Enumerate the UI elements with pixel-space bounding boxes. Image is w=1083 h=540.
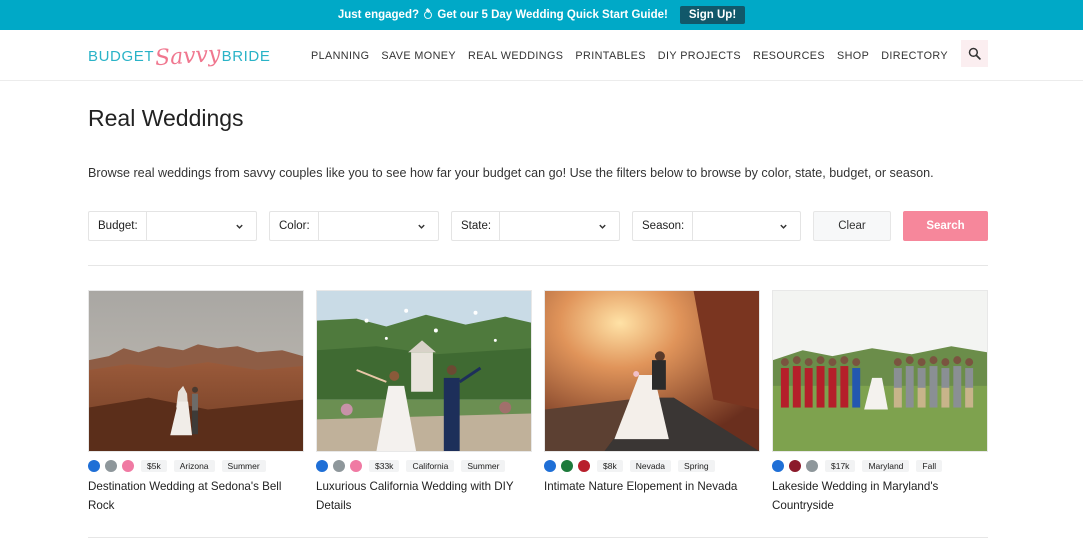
logo-savvy: Savvy	[154, 41, 222, 71]
wedding-card[interactable]: $33k California Summer Luxurious Califor…	[316, 290, 532, 515]
color-swatch[interactable]	[316, 460, 328, 472]
color-swatch[interactable]	[544, 460, 556, 472]
state-filter: State:	[451, 211, 620, 241]
card-meta: $33k California Summer	[316, 459, 532, 473]
sign-up-button[interactable]: Sign Up!	[679, 6, 746, 24]
page-intro: Browse real weddings from savvy couples …	[88, 166, 934, 180]
state-tag[interactable]: Nevada	[629, 460, 672, 472]
nav-shop[interactable]: SHOP	[837, 50, 869, 62]
wedding-card[interactable]: $17k Maryland Fall Lakeside Wedding in M…	[772, 290, 988, 515]
divider	[88, 265, 988, 266]
wedding-photo[interactable]	[772, 290, 988, 452]
card-title[interactable]: Intimate Nature Elopement in Nevada	[544, 477, 760, 496]
search-button[interactable]: Search	[903, 211, 988, 241]
season-filter-label: Season:	[633, 212, 694, 240]
color-swatch[interactable]	[578, 460, 590, 472]
color-swatch[interactable]	[350, 460, 362, 472]
chevron-down-icon	[418, 224, 425, 229]
nav-real-weddings[interactable]: REAL WEDDINGS	[468, 50, 563, 62]
color-swatch[interactable]	[88, 460, 100, 472]
season-tag[interactable]: Fall	[916, 460, 943, 472]
color-filter: Color:	[269, 211, 439, 241]
color-swatch[interactable]	[772, 460, 784, 472]
card-title[interactable]: Luxurious California Wedding with DIY De…	[316, 477, 532, 515]
season-tag[interactable]: Summer	[461, 460, 506, 472]
card-title[interactable]: Lakeside Wedding in Maryland's Countrysi…	[772, 477, 988, 515]
state-select[interactable]	[500, 212, 619, 240]
card-meta: $17k Maryland Fall	[772, 459, 988, 473]
site-header: BUDGET Savvy BRIDE PLANNING SAVE MONEY R…	[0, 30, 1083, 81]
logo-budget: BUDGET	[88, 47, 155, 65]
card-meta: $8k Nevada Spring	[544, 459, 760, 473]
ring-icon	[424, 9, 433, 19]
season-tag[interactable]: Spring	[678, 460, 715, 472]
color-swatch[interactable]	[122, 460, 134, 472]
budget-tag[interactable]: $33k	[369, 460, 400, 472]
chevron-down-icon	[780, 224, 787, 229]
budget-tag[interactable]: $5k	[141, 460, 167, 472]
nav-save-money[interactable]: SAVE MONEY	[381, 50, 456, 62]
search-icon	[968, 47, 981, 60]
budget-select[interactable]	[147, 212, 256, 240]
nav-planning[interactable]: PLANNING	[311, 50, 369, 62]
chevron-down-icon	[599, 224, 606, 229]
budget-tag[interactable]: $8k	[597, 460, 623, 472]
promo-text-before: Just engaged?	[337, 9, 419, 21]
season-filter: Season:	[632, 211, 801, 241]
chevron-down-icon	[236, 224, 243, 229]
nav-printables[interactable]: PRINTABLES	[575, 50, 645, 62]
logo-bride: BRIDE	[221, 47, 271, 65]
page-title: Real Weddings	[88, 105, 244, 131]
state-tag[interactable]: California	[406, 460, 455, 472]
nav-resources[interactable]: RESOURCES	[753, 50, 825, 62]
divider	[88, 537, 988, 538]
state-tag[interactable]: Maryland	[862, 460, 910, 472]
nav-diy-projects[interactable]: DIY PROJECTS	[658, 50, 741, 62]
color-select[interactable]	[319, 212, 438, 240]
budget-filter: Budget:	[88, 211, 257, 241]
clear-button[interactable]: Clear	[813, 211, 891, 241]
site-logo[interactable]: BUDGET Savvy BRIDE	[88, 41, 270, 71]
search-toggle-button[interactable]	[961, 40, 988, 67]
wedding-photo[interactable]	[88, 290, 304, 452]
card-meta: $5k Arizona Summer	[88, 459, 304, 473]
main-nav: PLANNING SAVE MONEY REAL WEDDINGS PRINTA…	[311, 30, 948, 81]
season-select[interactable]	[693, 212, 800, 240]
card-title[interactable]: Destination Wedding at Sedona's Bell Roc…	[88, 477, 304, 515]
nav-directory[interactable]: DIRECTORY	[881, 50, 948, 62]
wedding-photo[interactable]	[544, 290, 760, 452]
state-tag[interactable]: Arizona	[173, 460, 215, 472]
promo-text: Just engaged? Get our 5 Day Wedding Quic…	[338, 9, 668, 21]
color-swatch[interactable]	[561, 460, 573, 472]
wedding-card[interactable]: $8k Nevada Spring Intimate Nature Elopem…	[544, 290, 760, 496]
promo-text-after: Get our 5 Day Wedding Quick Start Guide!	[437, 9, 668, 21]
state-filter-label: State:	[452, 212, 501, 240]
color-swatch[interactable]	[806, 460, 818, 472]
color-swatch[interactable]	[789, 460, 801, 472]
budget-tag[interactable]: $17k	[825, 460, 856, 472]
wedding-card[interactable]: $5k Arizona Summer Destination Wedding a…	[88, 290, 304, 515]
color-swatch[interactable]	[105, 460, 117, 472]
wedding-photo[interactable]	[316, 290, 532, 452]
color-filter-label: Color:	[270, 212, 319, 240]
budget-filter-label: Budget:	[89, 212, 147, 240]
season-tag[interactable]: Summer	[221, 460, 266, 472]
color-swatch[interactable]	[333, 460, 345, 472]
promo-bar: Just engaged? Get our 5 Day Wedding Quic…	[0, 0, 1083, 30]
